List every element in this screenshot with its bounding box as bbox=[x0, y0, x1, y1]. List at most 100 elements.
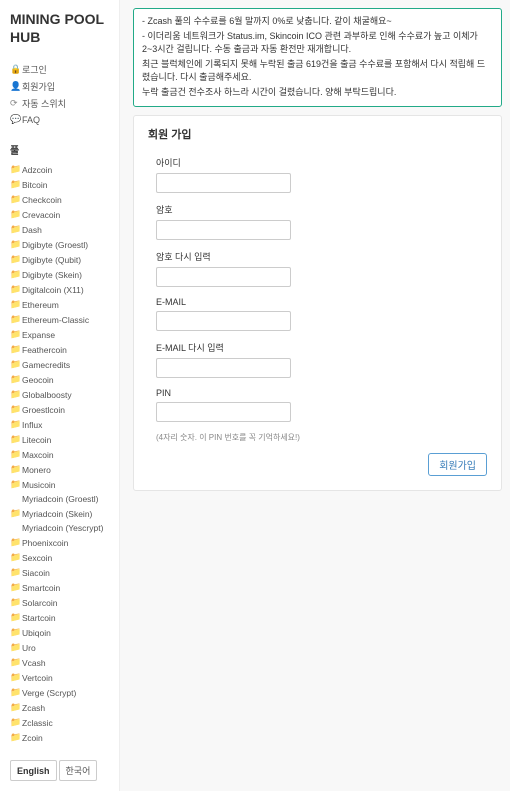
pool-item[interactable]: 📁Sexcoin bbox=[10, 550, 109, 565]
pool-item-label: Vcash bbox=[22, 658, 46, 668]
pool-item-label: Zcash bbox=[22, 703, 45, 713]
folder-icon: 📁 bbox=[10, 209, 22, 220]
pool-item-label: Digibyte (Qubit) bbox=[22, 255, 81, 265]
pool-item[interactable]: 📁Digibyte (Skein) bbox=[10, 267, 109, 282]
pool-item[interactable]: 📁Vertcoin bbox=[10, 670, 109, 685]
password-confirm-input[interactable] bbox=[156, 267, 291, 287]
email-input[interactable] bbox=[156, 311, 291, 331]
folder-icon: 📁 bbox=[10, 434, 22, 445]
pool-item[interactable]: 📁Litecoin bbox=[10, 432, 109, 447]
folder-icon: 📁 bbox=[10, 404, 22, 415]
pool-item-label: Myriadcoin (Skein) bbox=[22, 509, 92, 519]
pin-input[interactable] bbox=[156, 402, 291, 422]
pool-item[interactable]: 📁Uro bbox=[10, 640, 109, 655]
signup-submit-button[interactable]: 회원가입 bbox=[428, 453, 487, 476]
label-username: 아이디 bbox=[156, 156, 487, 169]
folder-icon: 📁 bbox=[10, 537, 22, 548]
folder-icon: 📁 bbox=[10, 479, 22, 490]
pool-item[interactable]: 📁Crevacoin bbox=[10, 207, 109, 222]
pool-item[interactable]: 📁Gamecredits bbox=[10, 357, 109, 372]
pool-item-label: Crevacoin bbox=[22, 210, 60, 220]
pool-item[interactable]: 📁Vcash bbox=[10, 655, 109, 670]
folder-icon: 📁 bbox=[10, 717, 22, 728]
pin-note: (4자리 숫자. 이 PIN 번호를 꼭 기억하세요!) bbox=[148, 432, 487, 443]
pool-item[interactable]: 📁Solarcoin bbox=[10, 595, 109, 610]
pool-item-label: Groestlcoin bbox=[22, 405, 65, 415]
folder-icon: 📁 bbox=[10, 194, 22, 205]
folder-icon: 📁 bbox=[10, 449, 22, 460]
pool-item[interactable]: 📁Zcash bbox=[10, 700, 109, 715]
folder-icon: 📁 bbox=[10, 552, 22, 563]
pool-item[interactable]: 📁Digibyte (Qubit) bbox=[10, 252, 109, 267]
pool-item-label: Dash bbox=[22, 225, 42, 235]
pool-item-label: Globalboosty bbox=[22, 390, 72, 400]
pool-item[interactable]: 📁Adzcoin bbox=[10, 162, 109, 177]
folder-icon: 📁 bbox=[10, 164, 22, 175]
pool-item[interactable]: 📁Groestlcoin bbox=[10, 402, 109, 417]
nav-autoswitch[interactable]: ⟳ 자동 스위치 bbox=[10, 95, 109, 112]
pool-item-label: Siacoin bbox=[22, 568, 50, 578]
folder-icon: 📁 bbox=[10, 508, 22, 519]
notice-line: - Zcash 풀의 수수료를 6월 말까지 0%로 낮춥니다. 같이 채굴해요… bbox=[142, 15, 493, 29]
pool-item[interactable]: 📁Monero bbox=[10, 462, 109, 477]
folder-icon: 📁 bbox=[10, 344, 22, 355]
pool-item[interactable]: Myriadcoin (Groestl) bbox=[10, 492, 109, 506]
pool-item[interactable]: 📁Smartcoin bbox=[10, 580, 109, 595]
pool-item[interactable]: 📁Dash bbox=[10, 222, 109, 237]
pool-item[interactable]: 📁Ethereum bbox=[10, 297, 109, 312]
label-email-confirm: E-MAIL 다시 입력 bbox=[156, 341, 487, 354]
pool-item[interactable]: 📁Myriadcoin (Skein) bbox=[10, 506, 109, 521]
pool-item[interactable]: 📁Ethereum-Classic bbox=[10, 312, 109, 327]
pool-item-label: Litecoin bbox=[22, 435, 51, 445]
pool-item-label: Ethereum-Classic bbox=[22, 315, 89, 325]
pool-item[interactable]: 📁Maxcoin bbox=[10, 447, 109, 462]
pool-item-label: Zclassic bbox=[22, 718, 53, 728]
pool-item[interactable]: 📁Digitalcoin (X11) bbox=[10, 282, 109, 297]
pool-item[interactable]: 📁Musicoin bbox=[10, 477, 109, 492]
folder-icon: 📁 bbox=[10, 702, 22, 713]
pool-item-label: Digibyte (Groestl) bbox=[22, 240, 88, 250]
pool-item[interactable]: 📁Zclassic bbox=[10, 715, 109, 730]
pool-item[interactable]: 📁Geocoin bbox=[10, 372, 109, 387]
nav-signup[interactable]: 👤 회원가입 bbox=[10, 78, 109, 95]
password-input[interactable] bbox=[156, 220, 291, 240]
email-confirm-input[interactable] bbox=[156, 358, 291, 378]
pool-item[interactable]: 📁Ubiqoin bbox=[10, 625, 109, 640]
folder-icon: 📁 bbox=[10, 389, 22, 400]
pool-item[interactable]: 📁Checkcoin bbox=[10, 192, 109, 207]
pool-item[interactable]: Myriadcoin (Yescrypt) bbox=[10, 521, 109, 535]
pool-item[interactable]: 📁Digibyte (Groestl) bbox=[10, 237, 109, 252]
pool-item[interactable]: 📁Startcoin bbox=[10, 610, 109, 625]
nav-faq[interactable]: 💬 FAQ bbox=[10, 112, 109, 127]
form-title: 회원 가입 bbox=[148, 126, 487, 142]
pool-item[interactable]: 📁Bitcoin bbox=[10, 177, 109, 192]
folder-icon: 📁 bbox=[10, 612, 22, 623]
pool-item[interactable]: 📁Influx bbox=[10, 417, 109, 432]
pool-item[interactable]: 📁Zcoin bbox=[10, 730, 109, 745]
folder-icon: 📁 bbox=[10, 642, 22, 653]
pool-item-label: Gamecredits bbox=[22, 360, 70, 370]
site-logo[interactable]: MINING POOL HUB bbox=[10, 10, 109, 46]
pool-item[interactable]: 📁Globalboosty bbox=[10, 387, 109, 402]
pool-item[interactable]: 📁Phoenixcoin bbox=[10, 535, 109, 550]
lang-korean-button[interactable]: 한국어 bbox=[59, 760, 98, 781]
pool-item[interactable]: 📁Verge (Scrypt) bbox=[10, 685, 109, 700]
pool-item-label: Checkcoin bbox=[22, 195, 62, 205]
lock-icon: 🔒 bbox=[10, 64, 22, 75]
nav-label: 회원가입 bbox=[22, 80, 55, 93]
top-nav: 🔒 로그인 👤 회원가입 ⟳ 자동 스위치 💬 FAQ bbox=[10, 61, 109, 127]
refresh-icon: ⟳ bbox=[10, 98, 22, 109]
pool-item[interactable]: 📁Expanse bbox=[10, 327, 109, 342]
language-switcher: English 한국어 bbox=[10, 760, 109, 781]
folder-icon: 📁 bbox=[10, 179, 22, 190]
label-password: 암호 bbox=[156, 203, 487, 216]
username-input[interactable] bbox=[156, 173, 291, 193]
pool-item[interactable]: 📁Siacoin bbox=[10, 565, 109, 580]
lang-english-button[interactable]: English bbox=[10, 760, 57, 781]
pool-item-label: Solarcoin bbox=[22, 598, 57, 608]
pool-section-header: 풀 bbox=[10, 142, 109, 157]
nav-login[interactable]: 🔒 로그인 bbox=[10, 61, 109, 78]
folder-icon: 📁 bbox=[10, 464, 22, 475]
pool-item[interactable]: 📁Feathercoin bbox=[10, 342, 109, 357]
folder-icon: 📁 bbox=[10, 284, 22, 295]
